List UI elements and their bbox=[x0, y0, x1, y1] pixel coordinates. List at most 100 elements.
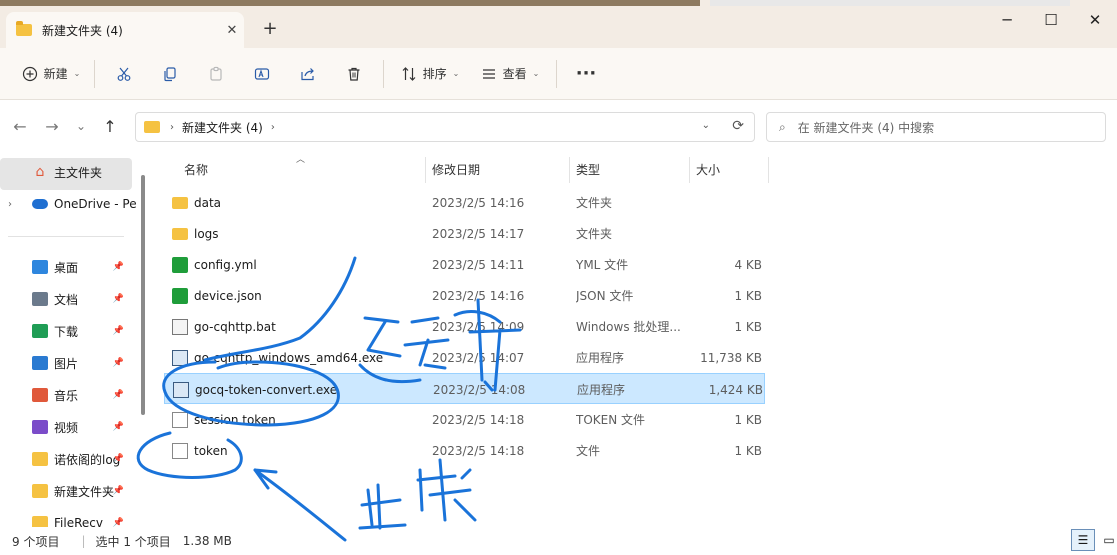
file-row[interactable]: gocq-token-convert.exe 2023/2/5 14:08 应用程序… bbox=[164, 373, 765, 404]
file-name: config.yml bbox=[194, 257, 257, 272]
new-button[interactable]: 新建 ⌄ bbox=[14, 58, 88, 90]
column-divider[interactable] bbox=[425, 157, 426, 183]
back-button[interactable]: ← bbox=[4, 117, 36, 136]
sidebar-item-onedrive[interactable]: › OneDrive - Pe bbox=[8, 189, 137, 219]
column-header-date[interactable]: 修改日期 bbox=[432, 152, 480, 186]
desktop-icon bbox=[32, 260, 48, 274]
folder-icon bbox=[16, 21, 32, 36]
sidebar-item-5[interactable]: 视频 📌 bbox=[32, 412, 134, 442]
pictures-icon bbox=[32, 356, 48, 370]
sidebar-item-7[interactable]: 新建文件夹 📌 bbox=[32, 476, 134, 506]
minimize-button[interactable]: ─ bbox=[984, 6, 1030, 34]
file-date: 2023/2/5 14:16 bbox=[432, 288, 525, 303]
chevron-right-icon: › bbox=[8, 198, 12, 210]
details-view-button[interactable]: ☰ bbox=[1071, 529, 1095, 551]
pin-icon[interactable]: 📌 bbox=[113, 262, 124, 272]
delete-button[interactable] bbox=[331, 58, 377, 90]
sidebar-item-6[interactable]: 诺依阁的log 📌 bbox=[32, 444, 134, 474]
sidebar-item-2[interactable]: 下载 📌 bbox=[32, 316, 134, 346]
paste-button[interactable] bbox=[193, 58, 239, 90]
file-row[interactable]: data 2023/2/5 14:16 文件夹 bbox=[164, 187, 765, 218]
command-bar: 新建 ⌄ 排序 ⌄ 查看 ⌄ ··· bbox=[0, 48, 1117, 100]
sort-button[interactable]: 排序 ⌄ bbox=[390, 58, 470, 90]
refresh-icon[interactable]: ⟳ bbox=[732, 118, 744, 134]
more-options-button[interactable]: ··· bbox=[563, 58, 609, 90]
file-size: 1 KB bbox=[734, 443, 762, 458]
chevron-down-icon[interactable]: ⌄ bbox=[702, 120, 710, 131]
file-date: 2023/2/5 14:08 bbox=[433, 382, 526, 397]
music-icon bbox=[32, 388, 48, 402]
sidebar-item-label: 文档 bbox=[54, 292, 79, 307]
tiles-view-button[interactable]: ▭ bbox=[1097, 529, 1117, 551]
file-row[interactable]: token 2023/2/5 14:18 文件 1 KB bbox=[164, 435, 765, 466]
maximize-button[interactable]: ☐ bbox=[1028, 6, 1074, 34]
copy-button[interactable] bbox=[147, 58, 193, 90]
tab-close-button[interactable]: ✕ bbox=[220, 23, 244, 38]
file-date: 2023/2/5 14:18 bbox=[432, 443, 525, 458]
view-button[interactable]: 查看 ⌄ bbox=[470, 58, 550, 90]
file-row[interactable]: go-cqhttp.bat 2023/2/5 14:09 Windows 批处理..… bbox=[164, 311, 765, 342]
file-type: YML 文件 bbox=[576, 258, 629, 272]
file-row[interactable]: device.json 2023/2/5 14:16 JSON 文件 1 KB bbox=[164, 280, 765, 311]
videos-icon bbox=[32, 420, 48, 434]
file-row[interactable]: logs 2023/2/5 14:17 文件夹 bbox=[164, 218, 765, 249]
up-button[interactable]: ↑ bbox=[94, 117, 126, 136]
address-bar[interactable]: › 新建文件夹 (4) › ⌄ ⟳ bbox=[135, 112, 755, 142]
pin-icon[interactable]: 📌 bbox=[113, 518, 124, 527]
column-divider[interactable] bbox=[689, 157, 690, 183]
title-bar: 新建文件夹 (4) ✕ + ─ ☐ ✕ bbox=[0, 0, 1117, 48]
column-header-type[interactable]: 类型 bbox=[576, 152, 600, 186]
breadcrumb-separator: › bbox=[170, 121, 174, 133]
folder-icon bbox=[32, 484, 48, 498]
breadcrumb-current[interactable]: 新建文件夹 (4) bbox=[182, 119, 263, 136]
file-size: 1 KB bbox=[734, 319, 762, 334]
close-button[interactable]: ✕ bbox=[1072, 6, 1117, 34]
share-button[interactable] bbox=[285, 58, 331, 90]
column-header-size[interactable]: 大小 bbox=[696, 152, 720, 186]
file-date: 2023/2/5 14:18 bbox=[432, 412, 525, 427]
cut-button[interactable] bbox=[101, 58, 147, 90]
file-size: 4 KB bbox=[734, 257, 762, 272]
rename-button[interactable] bbox=[239, 58, 285, 90]
sidebar-item-3[interactable]: 图片 📌 bbox=[32, 348, 134, 378]
sidebar-scrollbar[interactable] bbox=[141, 175, 145, 415]
column-divider[interactable] bbox=[768, 157, 769, 183]
file-type: 应用程序 bbox=[576, 351, 625, 365]
file-row[interactable]: go-cqhttp_windows_amd64.exe 2023/2/5 14:0… bbox=[164, 342, 765, 373]
pin-icon[interactable]: 📌 bbox=[113, 422, 124, 432]
pin-icon[interactable]: 📌 bbox=[113, 294, 124, 304]
folder-icon bbox=[32, 452, 48, 466]
sidebar-item-1[interactable]: 文档 📌 bbox=[32, 284, 134, 314]
file-row[interactable]: config.yml 2023/2/5 14:11 YML 文件 4 KB bbox=[164, 249, 765, 280]
breadcrumb-separator: › bbox=[270, 121, 275, 133]
file-size: 11,738 KB bbox=[700, 350, 762, 365]
sidebar-item-0[interactable]: 桌面 📌 bbox=[32, 252, 134, 282]
chevron-down-icon: ⌄ bbox=[73, 69, 81, 78]
pin-icon[interactable]: 📌 bbox=[113, 326, 124, 336]
sidebar-item-label: 音乐 bbox=[54, 388, 79, 403]
folder-icon bbox=[172, 196, 188, 209]
share-icon bbox=[301, 67, 314, 80]
pin-icon[interactable]: 📌 bbox=[113, 358, 124, 368]
sidebar-item-8[interactable]: FileRecv 📌 bbox=[32, 508, 134, 527]
search-icon: ⌕ bbox=[779, 119, 786, 134]
column-header-name[interactable]: 名称 bbox=[184, 152, 208, 186]
forward-button[interactable]: → bbox=[36, 117, 68, 136]
column-divider[interactable] bbox=[569, 157, 570, 183]
sort-ascending-icon: ︿ bbox=[296, 155, 306, 165]
sidebar-item-home[interactable]: ⌂ 主文件夹 bbox=[32, 157, 102, 187]
home-icon: ⌂ bbox=[35, 164, 45, 180]
sidebar-item-4[interactable]: 音乐 📌 bbox=[32, 380, 134, 410]
file-name: go-cqhttp.bat bbox=[194, 319, 276, 334]
pin-icon[interactable]: 📌 bbox=[113, 454, 124, 464]
file-row[interactable]: session.token 2023/2/5 14:18 TOKEN 文件 1 KB bbox=[164, 404, 765, 435]
sidebar-item-label: OneDrive - Pe bbox=[54, 197, 137, 211]
pin-icon[interactable]: 📌 bbox=[113, 486, 124, 496]
tab-current-folder[interactable]: 新建文件夹 (4) ✕ bbox=[6, 12, 244, 48]
pin-icon[interactable]: 📌 bbox=[113, 390, 124, 400]
recent-locations-button[interactable]: ⌄ bbox=[68, 119, 94, 133]
file-icon bbox=[172, 349, 188, 366]
sidebar-item-label: FileRecv bbox=[54, 516, 103, 527]
new-tab-button[interactable]: + bbox=[258, 18, 282, 42]
search-box[interactable]: ⌕ 在 新建文件夹 (4) 中搜索 bbox=[766, 112, 1106, 142]
